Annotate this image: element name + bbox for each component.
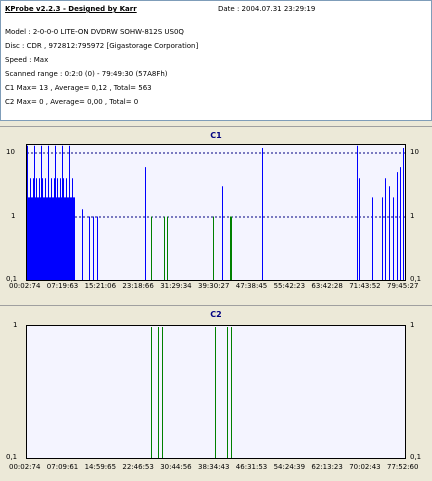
x-tick-label: 22:46:53: [122, 463, 154, 471]
x-tick-label: 07:09:61: [46, 463, 79, 471]
x-tick-label: 55:42:23: [273, 282, 306, 290]
x-tick-label: 62:13:23: [311, 463, 343, 471]
c2-ytick-left: 1: [13, 321, 18, 329]
c1-ytick-right: 1: [410, 212, 415, 220]
x-tick-label: 38:34:43: [198, 463, 230, 471]
x-tick-label: 39:30:27: [198, 282, 230, 290]
c2-plot-area: [26, 325, 406, 459]
c1-chart-title: C1: [210, 131, 222, 140]
c1-ytick-left: 10: [6, 148, 15, 156]
c1-plot-area: [26, 144, 406, 281]
info-panel: KProbe v2.2.3 - Designed by Karr Date : …: [0, 0, 432, 121]
c1-ytick-right: 10: [410, 148, 419, 156]
model-line: Model : 2-0-0-0 LITE-ON DVDRW SOHW-812S …: [5, 28, 184, 36]
app-title: KProbe v2.2.3 - Designed by Karr: [5, 5, 137, 13]
x-tick-label: 00:02:74: [9, 282, 41, 290]
c2-panel: C2 1 0,1 1 0,1 00:02:74 07:09:61 14:59:65 2…: [0, 305, 432, 481]
c2-summary-line: C2 Max= 0 , Average= 0,00 , Total= 0: [5, 98, 139, 106]
x-tick-label: 14:59:65: [84, 463, 117, 471]
scan-date: Date : 2004.07.31 23:29:19: [218, 5, 316, 13]
x-tick-label: 30:44:56: [160, 463, 192, 471]
x-tick-label: 07:19:63: [46, 282, 79, 290]
c2-chart-title: C2: [210, 310, 222, 319]
c1-ytick-left: 1: [11, 212, 16, 220]
x-tick-label: 46:31:53: [235, 463, 268, 471]
c2-ytick-right: 0,1: [410, 453, 422, 461]
x-tick-label: 79:45:27: [387, 282, 419, 290]
c1-panel: C1 10 1 0,1 10 1 0,1 00:02:74 07:19:63 15:…: [0, 126, 432, 299]
x-tick-label: 23:18:66: [122, 282, 154, 290]
speed-line: Speed : Max: [5, 56, 49, 64]
x-tick-label: 31:29:34: [160, 282, 192, 290]
x-tick-label: 47:38:45: [235, 282, 268, 290]
x-tick-label: 71:43:52: [349, 282, 381, 290]
c1-plot: [27, 145, 405, 280]
c2-ytick-left: 0,1: [6, 453, 18, 461]
c2-ytick-right: 1: [410, 321, 415, 329]
x-tick-label: 63:42:28: [311, 282, 343, 290]
disc-line: Disc : CDR , 972812:795972 [Gigastorage …: [5, 42, 199, 50]
c1-summary-line: C1 Max= 13 , Average= 0,12 , Total= 563: [5, 84, 152, 92]
scanned-range-line: Scanned range : 0:2:0 (0) - 79:49:30 (57…: [5, 70, 168, 78]
x-tick-label: 70:02:43: [349, 463, 381, 471]
x-tick-label: 54:24:39: [273, 463, 306, 471]
x-tick-label: 77:52:60: [387, 463, 419, 471]
x-tick-label: 15:21:06: [84, 282, 117, 290]
c2-plot: [151, 327, 232, 458]
x-tick-label: 00:02:74: [9, 463, 41, 471]
